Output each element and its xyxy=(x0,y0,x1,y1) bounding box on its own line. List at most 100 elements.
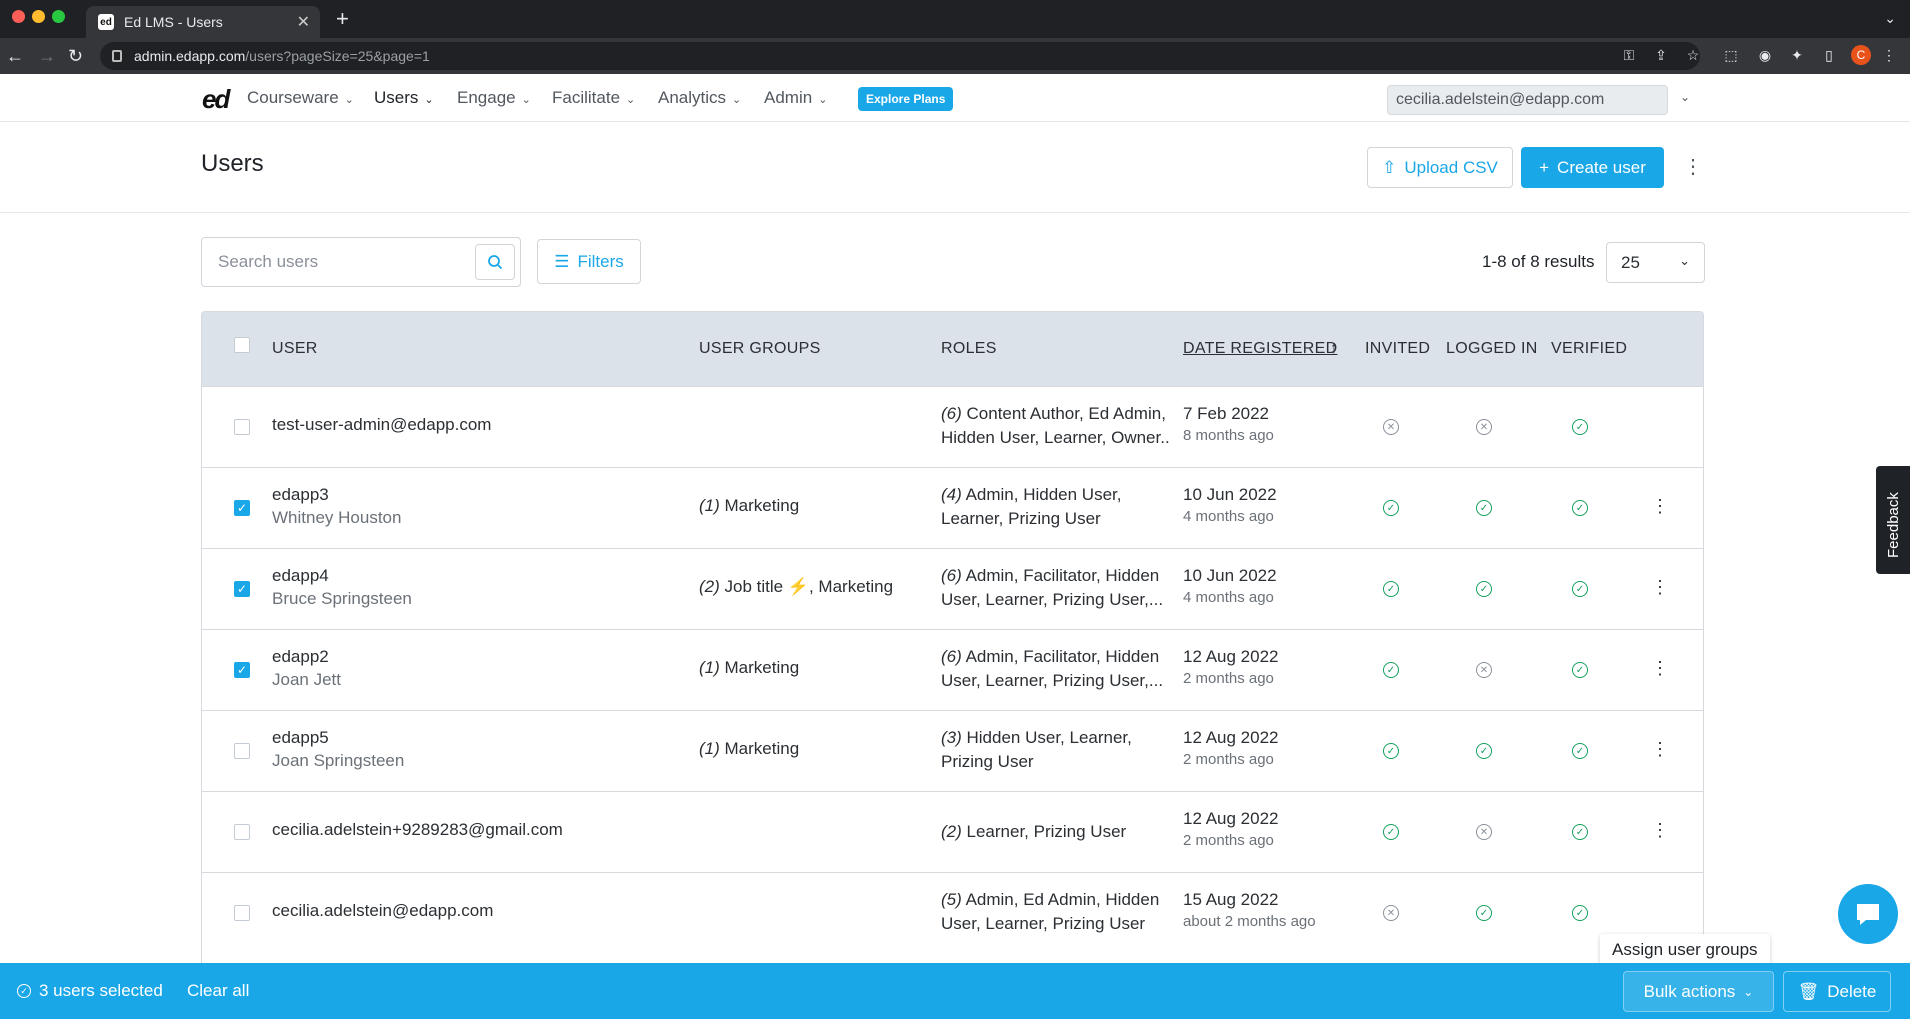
table-row[interactable]: test-user-admin@edapp.com (6) Content Au… xyxy=(202,386,1703,467)
sidebar-icon[interactable]: ▯ xyxy=(1820,47,1838,65)
more-options-icon[interactable]: ⋮ xyxy=(1683,154,1703,179)
table-row[interactable]: cecilia.adelstein@edapp.com (5) Admin, E… xyxy=(202,872,1703,953)
roles-line-2: Prizing User xyxy=(941,752,1034,771)
search-button[interactable] xyxy=(475,244,515,280)
user-cell[interactable]: edapp4 Bruce Springsteen xyxy=(272,566,412,609)
row-checkbox[interactable]: ✓ xyxy=(234,500,250,516)
puzzle-icon[interactable]: ✦ xyxy=(1788,47,1806,65)
nav-engage-label: Engage xyxy=(457,88,516,107)
user-cell[interactable]: cecilia.adelstein@edapp.com xyxy=(272,901,493,921)
chat-widget-button[interactable] xyxy=(1838,884,1898,944)
sort-up-icon[interactable]: ↑ xyxy=(1330,340,1338,358)
table-row[interactable]: cecilia.adelstein+9289283@gmail.com (2) … xyxy=(202,791,1703,872)
bulk-actions-button[interactable]: Bulk actions ⌄ xyxy=(1623,971,1774,1012)
close-tab-icon[interactable]: ✕ xyxy=(297,12,310,32)
create-user-button[interactable]: + Create user xyxy=(1521,147,1664,188)
roles-count: (3) xyxy=(941,728,962,747)
profile-avatar[interactable]: C xyxy=(1851,45,1871,65)
col-user[interactable]: USER xyxy=(272,340,318,358)
back-icon[interactable]: ← xyxy=(6,46,24,67)
assign-user-groups-tooltip[interactable]: Assign user groups xyxy=(1600,934,1770,966)
nav-courseware[interactable]: Courseware ⌄ xyxy=(247,88,354,108)
roles-cell: (5) Admin, Ed Admin, Hidden User, Learne… xyxy=(941,888,1171,936)
row-more-options-icon[interactable]: ⋮ xyxy=(1651,739,1669,760)
minimize-window-button[interactable] xyxy=(32,10,45,23)
maximize-window-button[interactable] xyxy=(52,10,65,23)
nav-engage[interactable]: Engage ⌄ xyxy=(457,88,531,108)
col-roles[interactable]: ROLES xyxy=(941,340,997,358)
groups-count: (1) xyxy=(699,739,720,758)
nav-admin-label: Admin xyxy=(764,88,813,107)
address-bar[interactable]: admin.edapp.com/users?pageSize=25&page=1 xyxy=(100,42,1700,70)
select-all-checkbox[interactable] xyxy=(234,337,250,353)
col-invited[interactable]: INVITED xyxy=(1365,340,1430,358)
key-icon[interactable]: ⚿ xyxy=(1620,47,1638,65)
date-relative: 8 months ago xyxy=(1183,427,1274,444)
col-date-registered[interactable]: DATE REGISTERED xyxy=(1183,340,1337,358)
chrome-menu-icon[interactable]: ⋮ xyxy=(1880,47,1898,65)
tab-search-icon[interactable]: ⌄ xyxy=(1884,10,1896,27)
close-window-button[interactable] xyxy=(12,10,25,23)
row-checkbox[interactable] xyxy=(234,824,250,840)
row-more-options-icon[interactable]: ⋮ xyxy=(1651,658,1669,679)
roles-line-2: Learner, Prizing User xyxy=(941,509,1101,528)
delete-button[interactable]: 🗑 Delete xyxy=(1783,971,1891,1012)
roles-line-1: Content Author, Ed Admin, xyxy=(961,404,1166,423)
col-verified[interactable]: VERIFIED xyxy=(1551,340,1627,358)
screenshot-icon[interactable]: ⬚ xyxy=(1722,47,1740,65)
col-logged-in[interactable]: LOGGED IN xyxy=(1446,340,1538,358)
row-more-options-icon[interactable]: ⋮ xyxy=(1651,820,1669,841)
clear-all-button[interactable]: Clear all xyxy=(187,981,249,1001)
feedback-tab[interactable]: Feedback xyxy=(1876,466,1910,574)
nav-facilitate[interactable]: Facilitate ⌄ xyxy=(552,88,635,108)
table-row[interactable]: edapp5 Joan Springsteen (1) Marketing (3… xyxy=(202,710,1703,791)
groups-list: Marketing xyxy=(719,739,800,758)
reload-icon[interactable]: ↻ xyxy=(68,46,83,67)
ed-logo[interactable]: ed xyxy=(202,84,230,115)
user-cell[interactable]: cecilia.adelstein+9289283@gmail.com xyxy=(272,820,563,840)
browser-tab[interactable]: ed Ed LMS - Users ✕ xyxy=(86,6,320,38)
user-cell[interactable]: test-user-admin@edapp.com xyxy=(272,415,491,435)
col-user-groups[interactable]: USER GROUPS xyxy=(699,340,821,358)
user-cell[interactable]: edapp2 Joan Jett xyxy=(272,647,341,690)
extension-icon[interactable]: ◉ xyxy=(1756,47,1774,65)
row-checkbox[interactable] xyxy=(234,419,250,435)
user-groups-cell: (1) Marketing xyxy=(699,658,799,678)
share-icon[interactable]: ⇪ xyxy=(1652,47,1670,65)
nav-users[interactable]: Users ⌄ xyxy=(374,88,434,108)
roles-line-1: Hidden User, Learner, xyxy=(961,728,1132,747)
page-size-value: 25 xyxy=(1621,253,1640,272)
browser-tabbar: ed Ed LMS - Users ✕ + ⌄ xyxy=(0,0,1910,38)
table-row[interactable]: ✓ edapp2 Joan Jett (1) Marketing (6) Adm… xyxy=(202,629,1703,710)
lock-icon xyxy=(112,50,122,62)
user-cell[interactable]: edapp5 Joan Springsteen xyxy=(272,728,404,771)
row-checkbox[interactable] xyxy=(234,743,250,759)
roles-count: (6) xyxy=(941,566,962,585)
roles-count: (6) xyxy=(941,647,962,666)
plus-icon: + xyxy=(1539,157,1550,177)
nav-analytics[interactable]: Analytics ⌄ xyxy=(658,88,741,108)
account-selector[interactable]: cecilia.adelstein@edapp.com xyxy=(1387,85,1668,115)
upload-csv-button[interactable]: ⇧ Upload CSV xyxy=(1367,147,1513,188)
chevron-down-icon[interactable]: ⌄ xyxy=(1680,90,1690,104)
row-more-options-icon[interactable]: ⋮ xyxy=(1651,496,1669,517)
filters-button[interactable]: ☰ Filters xyxy=(537,239,641,284)
roles-cell: (6) Admin, Facilitator, Hidden User, Lea… xyxy=(941,645,1171,693)
forward-icon[interactable]: → xyxy=(38,46,56,67)
user-cell[interactable]: edapp3 Whitney Houston xyxy=(272,485,401,528)
search-input[interactable]: Search users xyxy=(201,237,521,287)
row-more-options-icon[interactable]: ⋮ xyxy=(1651,577,1669,598)
nav-facilitate-label: Facilitate xyxy=(552,88,621,107)
nav-admin[interactable]: Admin ⌄ xyxy=(764,88,827,108)
new-tab-icon[interactable]: + xyxy=(336,6,349,32)
row-checkbox[interactable] xyxy=(234,905,250,921)
explore-plans-button[interactable]: Explore Plans xyxy=(858,87,954,111)
table-row[interactable]: ✓ edapp4 Bruce Springsteen (2) Job title… xyxy=(202,548,1703,629)
filters-label: Filters xyxy=(577,251,624,271)
roles-line-2: User, Learner, Prizing User,... xyxy=(941,590,1164,609)
row-checkbox[interactable]: ✓ xyxy=(234,662,250,678)
page-size-select[interactable]: 25 ⌄ xyxy=(1606,242,1705,283)
table-row[interactable]: ✓ edapp3 Whitney Houston (1) Marketing (… xyxy=(202,467,1703,548)
row-checkbox[interactable]: ✓ xyxy=(234,581,250,597)
bookmark-star-icon[interactable]: ☆ xyxy=(1684,47,1702,65)
